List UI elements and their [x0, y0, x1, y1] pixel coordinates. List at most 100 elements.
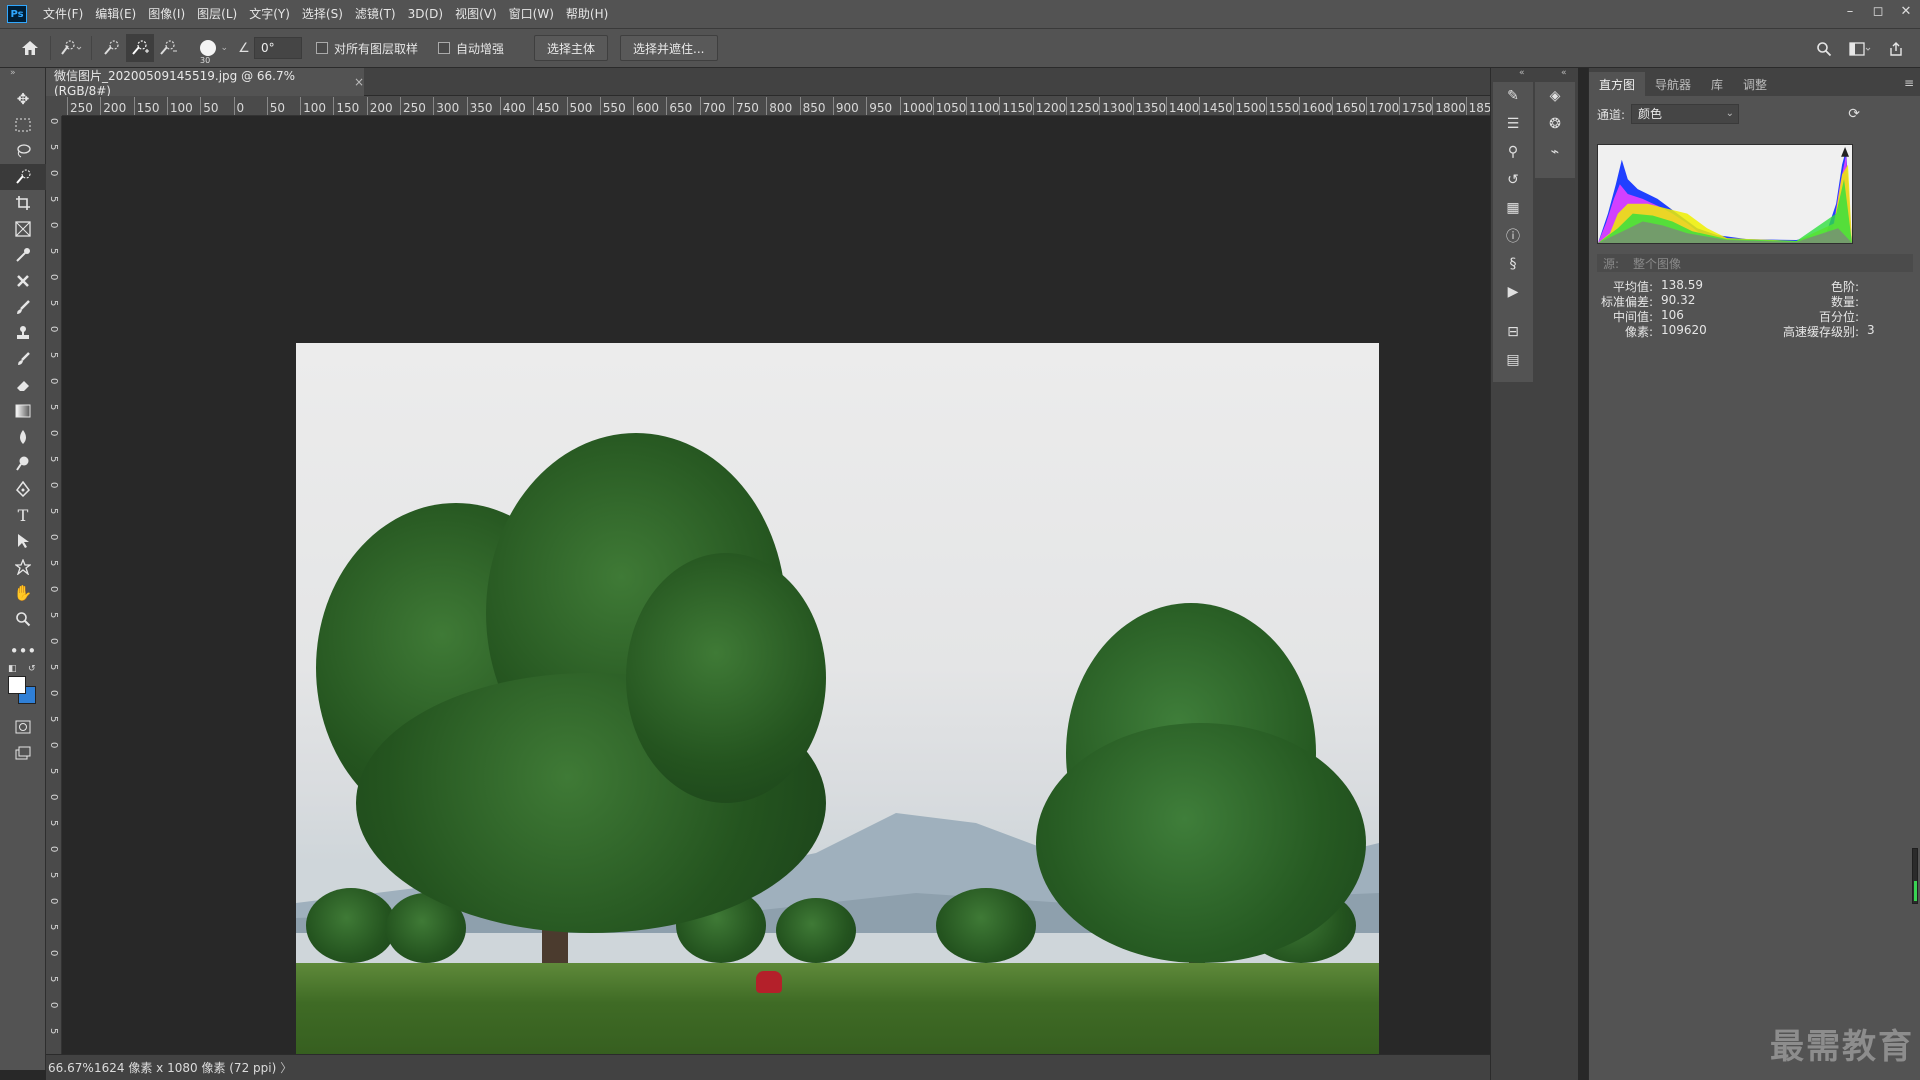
channels-icon[interactable]: ❂: [1535, 110, 1575, 138]
auto-enhance-option[interactable]: 自动增强: [438, 40, 504, 57]
eyedropper-tool-icon[interactable]: [0, 242, 46, 268]
libraries-icon[interactable]: ⊟: [1493, 318, 1533, 346]
adjust-sliders-icon[interactable]: ☰: [1493, 110, 1533, 138]
marquee-tool-icon[interactable]: [0, 112, 46, 138]
move-tool-icon[interactable]: ✥: [0, 86, 46, 112]
more-tools-icon[interactable]: •••: [0, 638, 46, 664]
shape-tool-icon[interactable]: [0, 554, 46, 580]
restore-button[interactable]: ◻: [1864, 0, 1892, 22]
vertical-ruler[interactable]: 0 5 0 5 0 5 0 5 0 5 0 5 0 5 0 5 0 5 0 5 0 5 0 5 0 5 0 5 0 5 0 5 0 5 0 5: [46, 116, 62, 1054]
brush-settings-icon[interactable]: ✎: [1493, 82, 1533, 110]
eraser-tool-icon[interactable]: [0, 372, 46, 398]
path-selection-tool-icon[interactable]: [0, 528, 46, 554]
document-image[interactable]: [296, 343, 1379, 1063]
ruler-tick: [233, 97, 235, 115]
history-brush-tool-icon[interactable]: [0, 346, 46, 372]
sample-all-layers-option[interactable]: 对所有图层取样: [316, 40, 418, 57]
subtract-from-selection-icon[interactable]: [154, 34, 182, 62]
frame-tool-icon[interactable]: [0, 216, 46, 242]
quick-mask-icon[interactable]: [0, 714, 46, 740]
ruler-tick: [400, 97, 401, 115]
quick-selection-tool-icon[interactable]: [0, 164, 46, 190]
clone-stamp-tool-icon[interactable]: [0, 320, 46, 346]
healing-brush-tool-icon[interactable]: [0, 268, 46, 294]
menu-help[interactable]: 帮助(H): [560, 0, 614, 29]
color-swatches[interactable]: ◧ ↺: [0, 664, 46, 708]
sample-all-layers-checkbox[interactable]: [316, 42, 328, 54]
menu-type[interactable]: 文字(Y): [243, 0, 296, 29]
search-icon[interactable]: [1810, 35, 1838, 63]
tab-histogram[interactable]: 直方图: [1589, 72, 1646, 96]
swap-colors-icon[interactable]: ↺: [28, 664, 36, 674]
type-tool-icon[interactable]: T: [0, 502, 46, 528]
document-info: 1624 像素 x 1080 像素 (72 ppi): [94, 1061, 277, 1075]
crop-tool-icon[interactable]: [0, 190, 46, 216]
collapse-dock-icon[interactable]: «: [1561, 68, 1567, 78]
refresh-icon[interactable]: ⟳: [1848, 106, 1860, 122]
tab-navigator[interactable]: 导航器: [1645, 72, 1701, 96]
ruler-tick: [1232, 97, 1234, 115]
canvas-area[interactable]: [62, 116, 1490, 1063]
gradient-tool-icon[interactable]: [0, 398, 46, 424]
home-icon[interactable]: [16, 34, 44, 62]
share-icon[interactable]: [1882, 35, 1910, 63]
layers-icon[interactable]: ◈: [1535, 82, 1575, 110]
menu-3d[interactable]: 3D(D): [402, 0, 449, 29]
info-icon[interactable]: ⓘ: [1493, 222, 1533, 250]
panel-menu-icon[interactable]: ≡: [1904, 76, 1920, 96]
panel-scrollbar[interactable]: [1912, 848, 1918, 904]
menu-file[interactable]: 文件(F): [37, 0, 89, 29]
quick-selection-preset-icon[interactable]: [57, 34, 85, 62]
tab-adjustments[interactable]: 调整: [1733, 72, 1777, 96]
menu-select[interactable]: 选择(S): [296, 0, 349, 29]
pen-tool-icon[interactable]: [0, 476, 46, 502]
workspace-icon[interactable]: [1846, 35, 1874, 63]
ruler-tick: [1265, 97, 1267, 115]
source-row[interactable]: 源: 整个图像: [1597, 254, 1913, 272]
select-subject-button[interactable]: 选择主体: [534, 35, 609, 61]
properties-icon[interactable]: ▦: [1493, 194, 1533, 222]
collapse-dock-icon[interactable]: «: [1519, 68, 1525, 78]
lasso-tool-icon[interactable]: [0, 138, 46, 164]
add-to-selection-icon[interactable]: [126, 34, 154, 62]
close-tab-icon[interactable]: ×: [354, 75, 364, 89]
select-and-mask-button[interactable]: 选择并遮住...: [620, 35, 718, 61]
document-tab[interactable]: 微信图片_20200509145519.jpg @ 66.7%(RGB/8#) …: [46, 68, 364, 98]
screen-mode-icon[interactable]: [0, 740, 46, 766]
paths-icon[interactable]: ⌁: [1535, 138, 1575, 166]
ruler-label: 5: [48, 924, 59, 931]
menu-view[interactable]: 视图(V): [449, 0, 503, 29]
foreground-color-swatch[interactable]: [8, 676, 26, 694]
brush-picker-button[interactable]: 30 ⌄: [190, 34, 228, 65]
ruler-label: 0: [48, 690, 59, 697]
brush-angle-input[interactable]: 0°: [254, 37, 302, 59]
glyphs-icon[interactable]: §: [1493, 250, 1533, 278]
tab-libraries[interactable]: 库: [1701, 72, 1733, 96]
actions-play-icon[interactable]: ▶: [1493, 278, 1533, 306]
close-window-button[interactable]: ✕: [1892, 0, 1920, 22]
zoom-tool-icon[interactable]: [0, 606, 46, 632]
channel-select[interactable]: 颜色 ⌄: [1631, 104, 1739, 124]
menu-edit[interactable]: 编辑(E): [89, 0, 142, 29]
brush-tool-icon[interactable]: [0, 294, 46, 320]
menu-window[interactable]: 窗口(W): [503, 0, 560, 29]
horizontal-ruler[interactable]: 250 200 150 100 50 0 50 100 150 200 250 300 350 400 45…: [62, 96, 1490, 116]
auto-enhance-checkbox[interactable]: [438, 42, 451, 54]
default-colors-icon[interactable]: ◧: [8, 664, 17, 674]
minimize-button[interactable]: –: [1836, 0, 1864, 22]
cache-level-label: 高速缓存级别:: [1782, 325, 1859, 339]
hand-tool-icon[interactable]: ✋: [0, 580, 46, 606]
history-icon[interactable]: ↺: [1493, 166, 1533, 194]
blur-tool-icon[interactable]: [0, 424, 46, 450]
menu-image[interactable]: 图像(I): [142, 0, 191, 29]
new-selection-icon[interactable]: [98, 34, 126, 62]
collapse-tools-icon[interactable]: »: [0, 68, 45, 82]
notes-icon[interactable]: ▤: [1493, 346, 1533, 374]
status-menu-arrow-icon[interactable]: 〉: [280, 1059, 292, 1076]
clone-source-icon[interactable]: ⚲: [1493, 138, 1533, 166]
ruler-corner: [46, 96, 62, 116]
zoom-level[interactable]: 66.67%: [46, 1061, 94, 1075]
menu-filter[interactable]: 滤镜(T): [349, 0, 402, 29]
dodge-tool-icon[interactable]: [0, 450, 46, 476]
menu-layer[interactable]: 图层(L): [191, 0, 243, 29]
